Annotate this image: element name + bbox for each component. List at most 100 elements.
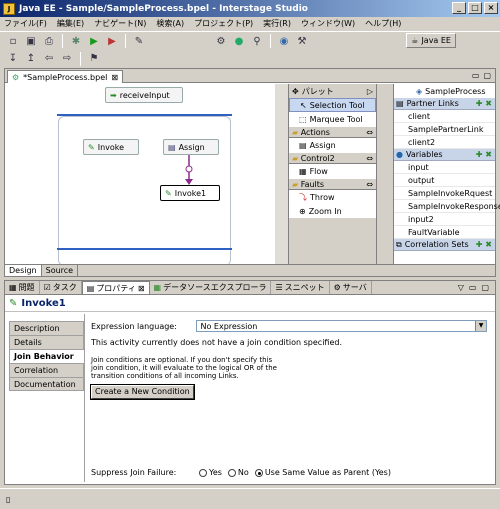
maximize-view-icon[interactable]: ▢ xyxy=(481,283,489,292)
create-condition-button[interactable]: Create a New Condition xyxy=(90,384,195,400)
maximize-view-icon[interactable]: ▢ xyxy=(483,71,491,80)
print-icon[interactable]: ⎙ xyxy=(42,34,56,48)
new-java-class-icon[interactable]: ● xyxy=(232,34,246,48)
folder-icon: ▰ xyxy=(292,127,299,137)
suppress-join-failure-label: Suppress Join Failure: xyxy=(91,468,177,477)
property-tab-correlation[interactable]: Correlation xyxy=(9,363,84,377)
palette-group-control2[interactable]: ▰ Control2 ⇔ xyxy=(289,152,376,164)
external-tools-icon[interactable]: ▶ xyxy=(105,34,119,48)
assign-activity[interactable]: ▤ Assign xyxy=(163,139,219,155)
outline-item[interactable]: client xyxy=(394,110,495,123)
outline-item[interactable]: FaultVariable xyxy=(394,226,495,239)
close-tab-icon[interactable]: ⊠ xyxy=(111,73,118,82)
property-tab-description[interactable]: Description xyxy=(9,321,84,335)
server-icon[interactable]: ⚙ xyxy=(214,34,228,48)
property-tabs: Description Details Join Behavior Correl… xyxy=(9,321,84,391)
open-type-icon[interactable]: ✎ xyxy=(132,34,146,48)
palette-selection-tool[interactable]: ↖ Selection Tool xyxy=(289,98,376,112)
property-tab-documentation[interactable]: Documentation xyxy=(9,377,84,391)
perspective-switcher[interactable]: ☕ Java EE xyxy=(406,33,456,48)
suppress-no-radio[interactable]: No xyxy=(227,468,249,477)
palette-item-throw[interactable]: ⤵ Throw xyxy=(289,190,376,204)
suppress-yes-radio[interactable]: Yes xyxy=(199,468,222,477)
close-tab-icon[interactable]: ⊠ xyxy=(138,284,145,293)
web-browser-icon[interactable]: ◉ xyxy=(277,34,291,48)
save-icon[interactable]: ▣ xyxy=(24,34,38,48)
bpel-editor: ⚙ *SampleProcess.bpel ⊠ ▭ ▢ ➡ receiveInp… xyxy=(4,68,500,277)
receive-activity[interactable]: ➡ receiveInput xyxy=(105,87,183,103)
tab-source[interactable]: Source xyxy=(42,265,79,276)
outline-item[interactable]: input2 xyxy=(394,213,495,226)
palette-group-actions[interactable]: ▰ Actions ⇔ xyxy=(289,126,376,138)
outline-item[interactable]: input xyxy=(394,161,495,174)
menu-project[interactable]: プロジェクト(P) xyxy=(194,18,253,29)
invoke-activity[interactable]: ✎ Invoke xyxy=(83,139,139,155)
view-menu-icon[interactable]: ▽ xyxy=(458,283,464,292)
search-icon[interactable]: ⚲ xyxy=(250,34,264,48)
outline-section-correlation-sets[interactable]: ⧉ Correlation Sets ✚ ✖ xyxy=(394,239,495,251)
collapse-palette-icon[interactable]: ▷ xyxy=(367,87,373,96)
title-bar: J Java EE - Sample/SampleProcess.bpel - … xyxy=(0,0,500,17)
menu-file[interactable]: ファイル(F) xyxy=(4,18,47,29)
add-remove-icon[interactable]: ✚ ✖ xyxy=(476,150,492,159)
outline-item[interactable]: SampleInvokeRquest xyxy=(394,187,495,200)
tab-servers[interactable]: ⚙ サーバ xyxy=(330,281,372,294)
property-tab-details[interactable]: Details xyxy=(9,335,84,349)
outline-splitter[interactable] xyxy=(376,84,393,264)
palette-marquee-tool[interactable]: ⬚ Marquee Tool xyxy=(289,112,376,126)
palette-item-zoom-in[interactable]: ⊕ Zoom In xyxy=(289,204,376,218)
menu-navigate[interactable]: ナビゲート(N) xyxy=(94,18,146,29)
palette-header[interactable]: ✥ パレット ▷ xyxy=(289,84,376,98)
back-icon[interactable]: ⇦ xyxy=(42,52,56,66)
expression-language-select[interactable]: No Expression ▼ xyxy=(196,320,487,332)
outline-item[interactable]: output xyxy=(394,174,495,187)
property-tab-join-behavior[interactable]: Join Behavior xyxy=(9,349,84,363)
outline-item[interactable]: client2 xyxy=(394,136,495,149)
menu-edit[interactable]: 編集(E) xyxy=(57,18,84,29)
process-canvas[interactable]: ➡ receiveInput ✎ Invoke ▤ Assign ✎ Invok… xyxy=(5,84,275,264)
editor-tab-sampleprocess[interactable]: ⚙ *SampleProcess.bpel ⊠ xyxy=(7,70,124,83)
new-icon[interactable]: ▫ xyxy=(6,34,20,48)
outline-item[interactable]: SampleInvokeResponse xyxy=(394,200,500,213)
minimize-view-icon[interactable]: ▭ xyxy=(472,71,480,80)
palette-item-assign[interactable]: ▤ Assign xyxy=(289,138,376,152)
suppress-parent-radio[interactable]: Use Same Value as Parent (Yes) xyxy=(254,468,391,477)
tab-problems[interactable]: ▦ 問題 xyxy=(5,281,40,294)
outline-item[interactable]: SamplePartnerLink xyxy=(394,123,495,136)
join-behavior-page: Expression language: No Expression ▼ Thi… xyxy=(84,314,493,482)
arrow-icon: ↖ xyxy=(300,100,307,110)
tab-snippets[interactable]: ☰ スニペット xyxy=(271,281,330,294)
canvas-scrollbar[interactable] xyxy=(275,84,288,264)
bpel-file-icon: ⚙ xyxy=(12,72,20,82)
outline-root[interactable]: ◈ SampleProcess xyxy=(394,84,495,98)
group-toggle-icon: ⇔ xyxy=(366,153,373,163)
run-icon[interactable]: ▶ xyxy=(87,34,101,48)
add-remove-icon[interactable]: ✚ ✖ xyxy=(476,240,492,249)
minimize-view-icon[interactable]: ▭ xyxy=(469,283,477,292)
maximize-button[interactable]: □ xyxy=(468,2,482,14)
fast-view-icon[interactable]: ▯ xyxy=(6,495,10,504)
menu-run[interactable]: 実行(R) xyxy=(263,18,291,29)
tab-tasks[interactable]: ☑ タスク xyxy=(40,281,82,294)
minimize-button[interactable]: _ xyxy=(452,2,466,14)
outline-section-variables[interactable]: ● Variables ✚ ✖ xyxy=(394,149,495,161)
menu-help[interactable]: ヘルプ(H) xyxy=(365,18,401,29)
menu-window[interactable]: ウィンドウ(W) xyxy=(301,18,355,29)
forward-icon[interactable]: ⇨ xyxy=(60,52,74,66)
palette-group-faults[interactable]: ▰ Faults ⇔ xyxy=(289,178,376,190)
invoke1-activity[interactable]: ✎ Invoke1 xyxy=(160,185,220,201)
close-button[interactable]: × xyxy=(484,2,498,14)
tab-properties[interactable]: ▤ プロパティ ⊠ xyxy=(81,281,150,294)
tab-data-source-explorer[interactable]: ▦ データソースエクスプローラ xyxy=(150,281,272,294)
next-annotation-icon[interactable]: ↧ xyxy=(6,52,20,66)
pin-editor-icon[interactable]: ⚑ xyxy=(87,52,101,66)
assign-icon: ▤ xyxy=(168,142,176,152)
add-remove-icon[interactable]: ✚ ✖ xyxy=(476,99,492,108)
tab-design[interactable]: Design xyxy=(5,265,42,276)
outline-section-partner-links[interactable]: ▤ Partner Links ✚ ✖ xyxy=(394,98,495,110)
debug-icon[interactable]: ✱ xyxy=(69,34,83,48)
palette-item-flow[interactable]: ▦ Flow xyxy=(289,164,376,178)
wand-icon[interactable]: ⚒ xyxy=(295,34,309,48)
menu-search[interactable]: 検索(A) xyxy=(156,18,184,29)
prev-annotation-icon[interactable]: ↥ xyxy=(24,52,38,66)
